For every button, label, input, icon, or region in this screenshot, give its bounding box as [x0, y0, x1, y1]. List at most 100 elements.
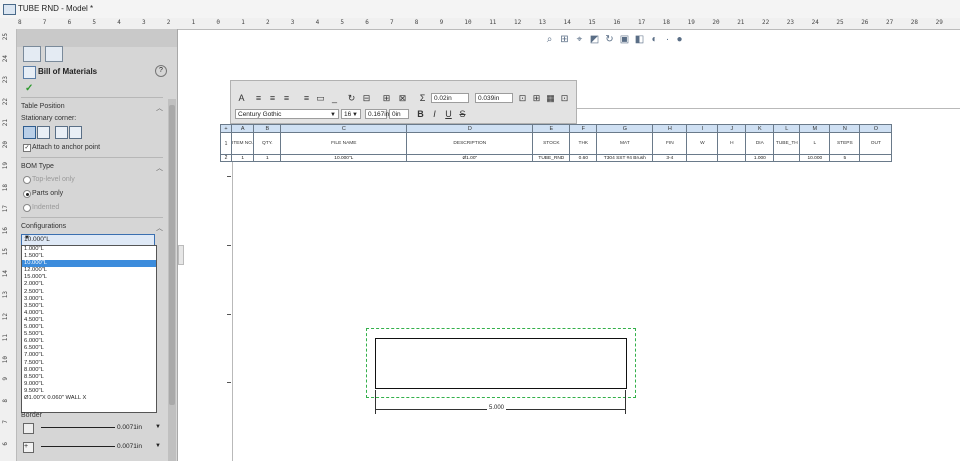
zoom-to-fit-icon[interactable]: ⌕ [544, 34, 555, 45]
chevron-down-icon[interactable]: ▼ [352, 110, 358, 120]
section-configurations[interactable]: Configurations ︿ [21, 223, 163, 233]
sum-icon[interactable]: Σ [417, 93, 428, 104]
grid-border-row[interactable]: + 0.0071in ▼ [21, 440, 163, 454]
configuration-option[interactable]: Ø1.00"X 0.060" WALL X [22, 395, 156, 402]
configuration-option[interactable]: 1.000"L [22, 246, 156, 253]
section-view-icon[interactable]: ◩ [589, 34, 600, 45]
table-move-handle[interactable]: + [220, 124, 232, 133]
display-style-icon[interactable]: ◧ [634, 34, 645, 45]
insert-column-icon[interactable]: ⊞ [531, 93, 542, 104]
column-header[interactable]: STEPS [829, 132, 861, 155]
align-center-icon[interactable]: ≡ [267, 93, 278, 104]
configuration-option[interactable]: 1.500"L [22, 253, 156, 260]
bom-table[interactable]: + A B C D E F G H I J K L M N O 1 ITEM NO. QTY. FILE NAME DE… [220, 124, 893, 162]
chevron-down-icon[interactable]: · [662, 34, 673, 45]
column-header[interactable]: STOCK [532, 132, 571, 155]
configuration-option[interactable]: 15.000"L [22, 274, 156, 281]
chevron-down-icon[interactable]: ▼ [155, 443, 161, 449]
column-header[interactable]: H [717, 132, 747, 155]
configuration-option[interactable]: 8.500"L [22, 374, 156, 381]
feature-manager-tab[interactable] [23, 46, 41, 62]
column-letter[interactable]: B [253, 124, 282, 133]
align-left-icon[interactable]: ≡ [253, 93, 264, 104]
column-letter[interactable]: I [686, 124, 719, 133]
underline-button[interactable]: U [443, 109, 454, 120]
column-letter[interactable]: L [773, 124, 801, 133]
column-header[interactable]: OUT [859, 132, 893, 155]
column-letter[interactable]: A [230, 124, 255, 133]
table-cell[interactable]: 10.000 [799, 154, 831, 162]
table-cell[interactable]: 1 [253, 154, 282, 162]
rotate-icon[interactable]: ↻ [604, 34, 615, 45]
column-letter[interactable]: E [532, 124, 571, 133]
chevron-up-icon[interactable]: ︿ [156, 103, 163, 113]
configuration-option[interactable]: 6.500"L [22, 345, 156, 352]
box-border-row[interactable]: 0.0071in ▼ [21, 421, 163, 435]
configuration-option[interactable]: 7.500"L [22, 360, 156, 367]
table-cell[interactable]: TUBE_RND [532, 154, 571, 162]
configuration-option[interactable]: 5.000"L [22, 324, 156, 331]
radio-top-level[interactable] [23, 176, 31, 184]
align-top-icon[interactable]: ≡ [301, 93, 312, 104]
column-letter[interactable]: M [799, 124, 831, 133]
table-cell[interactable]: 1 [230, 154, 255, 162]
column-letter[interactable]: C [280, 124, 408, 133]
table-options-icon[interactable]: ⊡ [559, 93, 570, 104]
chevron-down-icon[interactable]: ▼ [330, 110, 336, 120]
italic-button[interactable]: I [429, 109, 440, 120]
configuration-option[interactable]: 9.500"L [22, 388, 156, 395]
column-letter[interactable]: O [859, 124, 893, 133]
configuration-option[interactable]: 3.500"L [22, 303, 156, 310]
margin2-field[interactable]: 0.039in [475, 93, 513, 103]
configuration-option[interactable]: 2.000"L [22, 281, 156, 288]
configuration-option[interactable]: 9.000"L [22, 381, 156, 388]
scrollbar-thumb[interactable] [169, 105, 175, 405]
column-header[interactable]: THK [569, 132, 598, 155]
configuration-option[interactable]: 6.000"L [22, 338, 156, 345]
configuration-option[interactable]: 2.500"L [22, 289, 156, 296]
table-cell[interactable]: T304 SST #4 Brush [596, 154, 654, 162]
table-cell[interactable] [773, 154, 801, 162]
table-cell[interactable]: 10.000"L [280, 154, 408, 162]
configuration-option[interactable]: 10.000"L [22, 260, 156, 268]
align-bottom-icon[interactable]: _ [329, 93, 340, 104]
dimension-value[interactable]: 5.000 [487, 405, 507, 411]
table-cell[interactable]: 5 [829, 154, 861, 162]
column-letter[interactable]: G [596, 124, 654, 133]
table-grid-icon[interactable]: ▦ [545, 93, 556, 104]
configuration-option[interactable]: 8.000"L [22, 367, 156, 374]
corner-top-right-button[interactable] [37, 126, 50, 139]
table-cell[interactable]: 3-4 [652, 154, 688, 162]
attach-anchor-checkbox[interactable]: ✓ [23, 144, 31, 152]
chevron-down-icon[interactable]: ▼ [24, 235, 152, 241]
column-header[interactable]: FILE NAME [280, 132, 408, 155]
section-table-position[interactable]: Table Position ︿ [21, 103, 163, 113]
column-letter[interactable]: D [406, 124, 534, 133]
configuration-option[interactable]: 12.000"L [22, 267, 156, 274]
column-header[interactable]: DESCRIPTION [406, 132, 534, 155]
row-number[interactable]: 2 [220, 154, 232, 162]
column-header[interactable]: ITEM NO. [230, 132, 255, 155]
corner-bottom-right-button[interactable] [69, 126, 82, 139]
rotate-table-icon[interactable]: ↻ [346, 93, 357, 104]
table-cell[interactable]: 1.000 [745, 154, 775, 162]
align-middle-icon[interactable]: ▭ [315, 93, 326, 104]
configuration-option[interactable]: 3.000"L [22, 296, 156, 303]
indent-field[interactable]: 0in [389, 109, 409, 119]
text-format-icon[interactable]: A [236, 93, 247, 104]
table-cell[interactable]: 0.60 [569, 154, 598, 162]
table-cell[interactable]: Ø1.00" [406, 154, 534, 162]
bold-button[interactable]: B [415, 109, 426, 120]
text-height-field[interactable]: 0.167in [365, 109, 389, 119]
chevron-up-icon[interactable]: ︿ [156, 163, 163, 173]
merge-cells-icon[interactable]: ⊞ [381, 93, 392, 104]
drawing-view[interactable] [375, 338, 627, 389]
help-icon[interactable]: ? [155, 65, 167, 77]
font-size-select[interactable]: 16 ▼ [341, 109, 361, 119]
chevron-up-icon[interactable]: ︿ [156, 223, 163, 233]
property-manager-tab[interactable] [45, 46, 63, 62]
radio-indented[interactable] [23, 204, 31, 212]
column-header[interactable]: DIA [745, 132, 775, 155]
unmerge-cells-icon[interactable]: ⊠ [397, 93, 408, 104]
previous-view-icon[interactable]: ⌖ [574, 34, 585, 45]
